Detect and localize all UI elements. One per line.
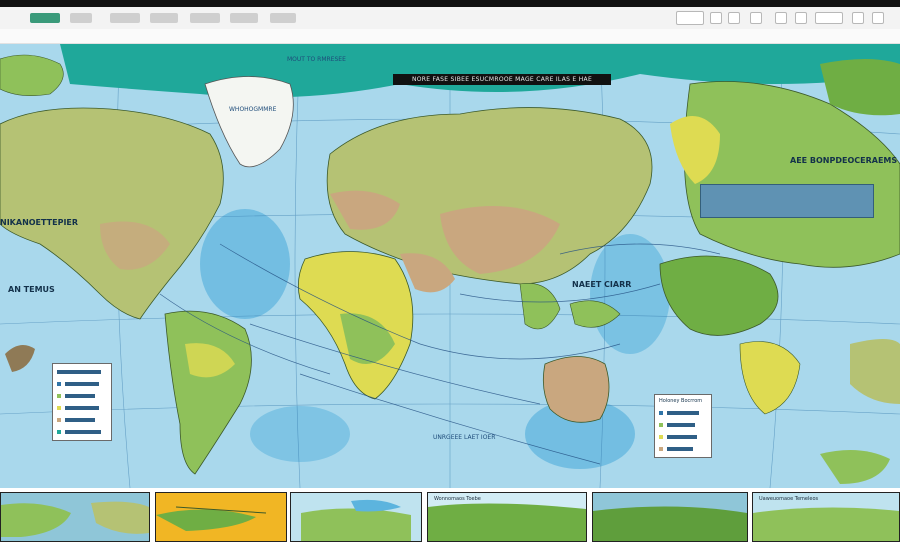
thumbnail-5[interactable] (592, 492, 748, 542)
menu-button[interactable] (710, 12, 722, 24)
label-asia-pacific: AEE BONPDEOCERAEMS (790, 156, 898, 165)
legend-swatch (659, 435, 663, 439)
map-title: NORE FASE SIBEE ESUCMROOE MAGE CARE ILAS… (393, 74, 611, 85)
legend-row (65, 394, 95, 398)
minimize-button[interactable] (852, 12, 864, 24)
thumbnail-3[interactable] (290, 492, 422, 542)
legend-swatch (57, 418, 61, 422)
legend-swatch (57, 394, 61, 398)
tab-6[interactable] (230, 13, 258, 23)
thumbnail-6-caption: Uaweuomaoe Temeleos (759, 496, 819, 502)
tab-5[interactable] (190, 13, 220, 23)
legend-right-title: Holoney Bocrrom (659, 398, 703, 404)
deep-ocean-atlantic (200, 209, 290, 319)
thumbnail-1-graphic (1, 501, 149, 537)
window-top-bar (0, 0, 900, 7)
thumbnail-1[interactable] (0, 492, 150, 542)
label-south-ocean: UNRGEEE LAET IOER (433, 434, 496, 441)
legend-row (667, 423, 695, 427)
map-canvas (0, 43, 900, 489)
close-button[interactable] (872, 12, 884, 24)
share-button[interactable] (728, 12, 740, 24)
settings-button[interactable] (750, 12, 762, 24)
tab-strip (0, 7, 900, 30)
legend-swatch (57, 382, 61, 386)
legend-swatch (659, 447, 663, 451)
search-field[interactable] (676, 11, 704, 25)
legend-swatch (659, 411, 663, 415)
tab-1[interactable] (30, 13, 60, 23)
label-indian-ocean: NAEET CIARR (572, 280, 632, 289)
legend-row (667, 447, 693, 451)
tab-7[interactable] (270, 13, 296, 23)
label-north-america: NIKANOETTEPIER (0, 218, 79, 227)
legend-row (65, 406, 99, 410)
legend-row (65, 430, 101, 434)
thumbnail-4[interactable]: Wonnomaos Toebe (427, 492, 587, 542)
legend-right: Holoney Bocrrom (654, 394, 712, 458)
deep-ocean-pacific (590, 234, 670, 354)
legend-row (667, 435, 697, 439)
thumbnail-2[interactable] (155, 492, 287, 542)
thumbnail-4-caption: Wonnomaos Toebe (434, 496, 481, 502)
legend-row (65, 418, 95, 422)
thumbnail-5-graphic (593, 506, 747, 541)
tab-2[interactable] (70, 13, 92, 23)
label-greenland: WHOHOGMMRE (229, 106, 277, 113)
deep-ocean-south (250, 406, 350, 462)
tab-3[interactable] (110, 13, 140, 23)
thumbnail-6[interactable]: Uaweuomaoe Temeleos (752, 492, 900, 542)
thumbnail-strip: Wonnomaos Toebe Uaweuomaoe Temeleos (0, 488, 900, 542)
legend-swatch (659, 423, 663, 427)
legend-swatch (57, 406, 61, 410)
toolbar (0, 29, 900, 44)
thumbnail-3-graphic (301, 499, 411, 541)
label-atlantic: AN TEMUS (8, 285, 55, 294)
legend-row (57, 370, 101, 374)
world-map[interactable]: NORE FASE SIBEE ESUCMROOE MAGE CARE ILAS… (0, 43, 900, 489)
tab-4[interactable] (150, 13, 178, 23)
legend-swatch (57, 430, 61, 434)
alaska[interactable] (0, 54, 64, 96)
australia[interactable] (542, 356, 610, 423)
legend-left (52, 363, 112, 441)
layers-button[interactable] (815, 12, 843, 24)
zoom-out-button[interactable] (775, 12, 787, 24)
zoom-in-button[interactable] (795, 12, 807, 24)
thumbnail-2-graphic (156, 506, 267, 531)
info-panel[interactable] (700, 184, 874, 218)
label-arctic: MOUT TO RMRESEE (287, 56, 346, 63)
legend-row (65, 382, 99, 386)
legend-row (667, 411, 699, 415)
